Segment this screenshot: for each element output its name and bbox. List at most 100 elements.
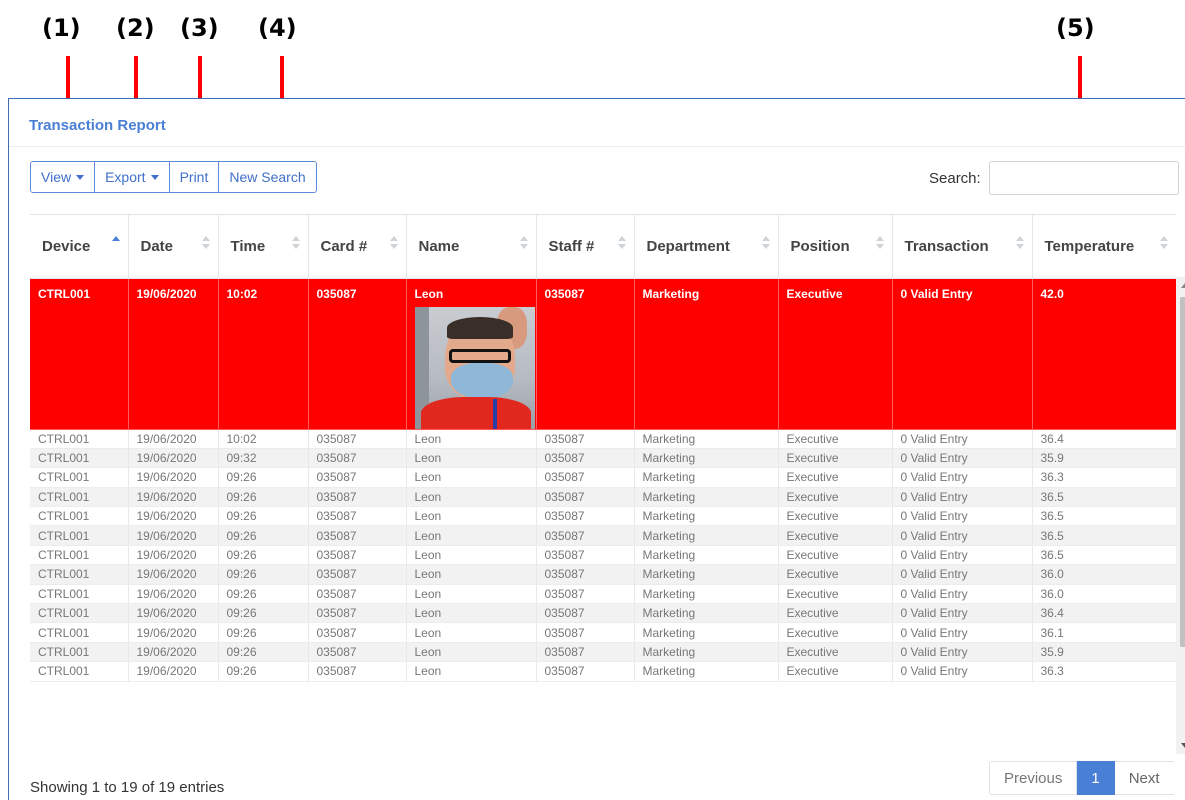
cell-temperature: 36.5 [1032, 506, 1176, 527]
cell-transaction-text: 0 Valid Entry [900, 586, 968, 601]
column-header-transaction[interactable]: Transaction [892, 215, 1033, 279]
table-row[interactable]: CTRL001 19/06/2020 09:26 035087 Leon 035087 Ma… [30, 525, 1176, 546]
table-row[interactable]: CTRL001 19/06/2020 10:02 035087 Leon 035087 Ma… [30, 429, 1176, 449]
column-header-name[interactable]: Name [406, 215, 537, 279]
cell-staff-text: 035087 [544, 606, 585, 621]
cell-device: CTRL001 [30, 603, 129, 624]
cell-temperature-text: 42.0 [1040, 286, 1064, 301]
cell-temperature-text: 36.1 [1040, 625, 1064, 640]
table-row[interactable]: CTRL001 19/06/2020 09:26 035087 Leon 035087 Ma… [30, 506, 1176, 527]
scroll-up-icon[interactable] [1181, 283, 1185, 288]
search-input[interactable] [988, 161, 1179, 195]
table-row[interactable]: CTRL001 19/06/2020 09:26 035087 Leon 035087 Ma… [30, 467, 1176, 488]
previous-page-button[interactable]: Previous [989, 761, 1078, 795]
table-row[interactable]: CTRL001 19/06/2020 09:26 035087 Leon 035087 Ma… [30, 487, 1176, 508]
cell-card-text: 035087 [316, 548, 357, 563]
cell-date: 19/06/2020 [128, 661, 219, 682]
cell-temperature-text: 36.3 [1040, 470, 1064, 485]
cell-device: CTRL001 [30, 564, 129, 585]
sort-icon [519, 236, 528, 249]
pagination: Previous 1 Next [989, 761, 1174, 795]
cell-date-text: 19/06/2020 [136, 644, 197, 659]
cell-name-text: Leon [414, 625, 442, 640]
cell-position-text: Executive [786, 470, 839, 485]
column-header-label: Device [42, 237, 91, 255]
sort-icon [875, 236, 884, 249]
new-search-button[interactable]: New Search [219, 162, 316, 192]
cell-staff: 035087 [536, 603, 635, 624]
table-row-highlighted[interactable]: CTRL001 19/06/2020 10:02 035087 Leon 035087 Ma… [30, 278, 1176, 430]
table-row[interactable]: CTRL001 19/06/2020 09:26 035087 Leon 035087 Ma… [30, 584, 1176, 605]
cell-staff-text: 035087 [544, 528, 585, 543]
cell-position-text: Executive [786, 586, 839, 601]
cell-temperature: 36.1 [1032, 622, 1176, 643]
cell-department-text: Marketing [642, 664, 696, 679]
callout-label-1: (1) [42, 14, 81, 42]
table-row[interactable]: CTRL001 19/06/2020 09:32 035087 Leon 035087 Ma… [30, 448, 1176, 469]
column-header-position[interactable]: Position [778, 215, 893, 279]
cell-card-text: 035087 [316, 509, 357, 524]
cell-position-text: Executive [786, 451, 839, 466]
table-row[interactable]: CTRL001 19/06/2020 09:26 035087 Leon 035087 Ma… [30, 622, 1176, 643]
print-button[interactable]: Print [169, 162, 220, 192]
cell-card-text: 035087 [316, 644, 357, 659]
cell-transaction: 0 Valid Entry [892, 603, 1033, 624]
scroll-down-icon[interactable] [1181, 743, 1185, 748]
cell-name-text: Leon [414, 489, 442, 504]
export-button[interactable]: Export [95, 162, 170, 192]
cell-position: Executive [778, 642, 893, 663]
view-button[interactable]: View [31, 162, 96, 192]
column-header-card-number[interactable]: Card # [308, 215, 407, 279]
cell-department-text: Marketing [642, 548, 696, 563]
column-header-time[interactable]: Time [218, 215, 309, 279]
cell-temperature: 42.0 [1032, 278, 1176, 430]
scroll-thumb[interactable] [1180, 297, 1185, 647]
table-scrollbar[interactable] [1176, 277, 1185, 754]
cell-staff: 035087 [536, 642, 635, 663]
cell-card-text: 035087 [316, 625, 357, 640]
cell-name: Leon [406, 467, 537, 488]
cell-temperature: 35.9 [1032, 642, 1176, 663]
cell-position: Executive [778, 622, 893, 643]
search-label: Search: [929, 169, 981, 187]
toolbar: View Export Print New Search [30, 161, 317, 193]
cell-position: Executive [778, 661, 893, 682]
next-page-button[interactable]: Next [1114, 761, 1174, 795]
cell-device: CTRL001 [30, 545, 129, 566]
sort-icon [291, 236, 300, 249]
cell-staff: 035087 [536, 564, 635, 585]
person-photo[interactable] [414, 306, 535, 428]
cell-department-text: Marketing [642, 286, 700, 301]
column-header-department[interactable]: Department [634, 215, 779, 279]
cell-temperature-text: 36.4 [1040, 606, 1064, 621]
table-row[interactable]: CTRL001 19/06/2020 09:26 035087 Leon 035087 Ma… [30, 564, 1176, 585]
table-row[interactable]: CTRL001 19/06/2020 09:26 035087 Leon 035087 Ma… [30, 603, 1176, 624]
table-header-row: Device Date Time Card # Name Staff # Departmen… [30, 215, 1176, 279]
entries-info: Showing 1 to 19 of 19 entries [30, 779, 225, 796]
caret-down-icon [150, 174, 159, 180]
cell-device-text: CTRL001 [38, 451, 90, 466]
cell-position: Executive [778, 448, 893, 469]
cell-department-text: Marketing [642, 606, 696, 621]
cell-temperature: 36.3 [1032, 661, 1176, 682]
column-header-staff-number[interactable]: Staff # [536, 215, 635, 279]
cell-transaction: 0 Valid Entry [892, 487, 1033, 508]
page-1-button[interactable]: 1 [1077, 761, 1115, 795]
column-header-date[interactable]: Date [128, 215, 219, 279]
cell-date: 19/06/2020 [128, 429, 219, 449]
table-row[interactable]: CTRL001 19/06/2020 09:26 035087 Leon 035087 Ma… [30, 545, 1176, 566]
table-row[interactable]: CTRL001 19/06/2020 09:26 035087 Leon 035087 Ma… [30, 661, 1176, 682]
cell-date-text: 19/06/2020 [136, 606, 197, 621]
cell-department: Marketing [634, 525, 779, 546]
cell-device-text: CTRL001 [38, 625, 90, 640]
new-search-button-label: New Search [229, 169, 306, 185]
cell-temperature-text: 36.4 [1040, 431, 1064, 446]
column-header-temperature[interactable]: Temperature [1032, 215, 1176, 279]
cell-name-text: Leon [414, 509, 442, 524]
column-header-device[interactable]: Device [30, 215, 129, 279]
cell-device: CTRL001 [30, 661, 129, 682]
cell-staff-text: 035087 [544, 470, 585, 485]
cell-temperature-text: 36.3 [1040, 664, 1064, 679]
cell-time-text: 09:26 [226, 489, 257, 504]
table-row[interactable]: CTRL001 19/06/2020 09:26 035087 Leon 035087 Ma… [30, 642, 1176, 663]
